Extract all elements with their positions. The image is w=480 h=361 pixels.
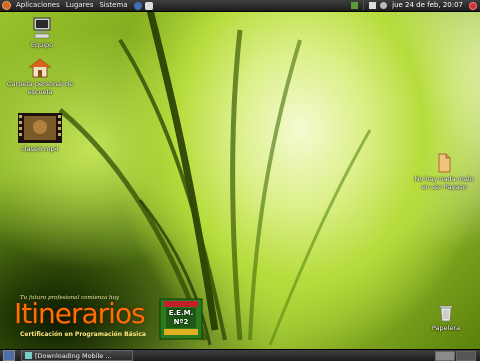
workspace-switcher [434,350,476,361]
firefox-launcher-icon[interactable] [133,1,142,10]
workspace-2[interactable] [456,350,476,361]
volume-icon[interactable] [380,2,388,9]
update-notifier-icon[interactable] [351,2,359,9]
network-icon[interactable] [369,2,377,9]
logo-subtitle: Certificación en Programación Básica [20,331,146,338]
itinerarios-logo: Tu futuro profesional comienza hoy Itine… [10,295,210,350]
main-menu: Aplicaciones Lugares Sistema [0,0,153,11]
desktop-icon-trash[interactable]: Papelera [428,304,464,332]
system-tray: jue 24 de feb, 20:07 [349,0,480,11]
ubuntu-logo-icon [2,1,11,10]
menu-system[interactable]: Sistema [96,0,130,11]
trash-icon [439,305,453,322]
show-desktop-icon[interactable] [3,350,15,361]
menu-places[interactable]: Lugares [63,0,97,11]
bottom-panel: [Downloading Mobile ... [0,349,480,361]
desktop-icon-label: Papelera [431,324,461,332]
desktop-icon-equipo[interactable]: Equipo [24,17,60,49]
taskbar-window-button[interactable]: [Downloading Mobile ... [21,350,133,361]
school-badge: E.E.M. Nº2 [158,297,204,341]
window-icon [25,352,32,359]
tray-separator [363,1,365,10]
file-icon [438,153,451,173]
computer-icon [33,17,51,39]
desktop-icon-label: clase8.mp4 [21,145,59,153]
desktop-icon-video[interactable]: clase8.mp4 [16,113,64,153]
video-file-icon [18,113,62,143]
menu-applications[interactable]: Aplicaciones [13,0,63,11]
mail-launcher-icon[interactable] [144,1,153,10]
logo-main-text: Itinerarios [14,297,146,330]
desktop-icon-payaso[interactable]: No hay nada malo en ser Payaso [410,153,478,191]
desktop-icon-label: Equipo [30,41,54,49]
home-folder-icon [28,58,52,78]
desktop-icon-label: Carpeta personal de escuela [6,80,74,96]
top-panel: Aplicaciones Lugares Sistema jue 24 de f… [0,0,480,12]
desktop-icon-label: No hay nada malo en ser Payaso [414,175,474,191]
school-badge-text: E.E.M. Nº2 [168,309,194,326]
workspace-1[interactable] [435,350,455,361]
clock[interactable]: jue 24 de feb, 20:07 [389,0,466,11]
desktop-icon-home-folder[interactable]: Carpeta personal de escuela [4,58,76,96]
power-icon[interactable] [469,1,477,10]
taskbar-window-label: [Downloading Mobile ... [35,351,112,360]
